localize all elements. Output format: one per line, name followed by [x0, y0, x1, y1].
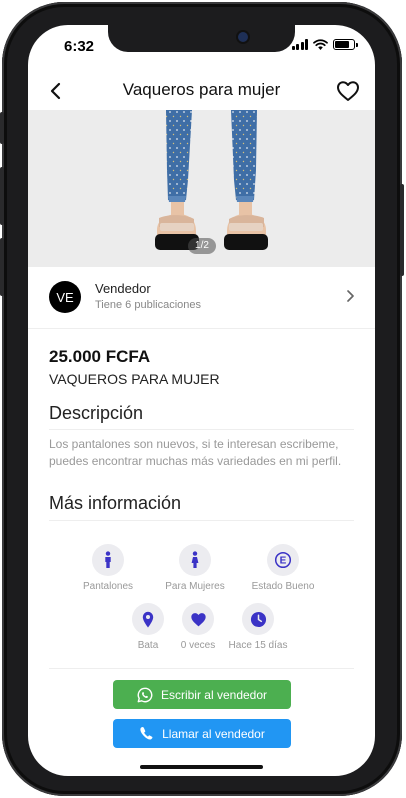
call-seller-button[interactable]: Llamar al vendedor [113, 719, 291, 748]
heart-icon [182, 603, 214, 635]
power-button [400, 184, 404, 276]
product-price: 25.000 FCFA [49, 347, 151, 366]
woman-icon [179, 544, 211, 576]
info-item-gender: Para Mujeres [150, 544, 240, 592]
whatsapp-seller-label: Escribir al vendedor [160, 687, 268, 702]
screen: 6:32 Vaqueros para mujer 1/2 VE Vendedor… [28, 25, 375, 776]
call-seller-label: Llamar al vendedor [162, 726, 265, 741]
more-info-heading: Más información [49, 493, 182, 513]
divider [49, 429, 354, 430]
mute-switch [0, 112, 4, 144]
info-item-condition: E Estado Bueno [238, 544, 328, 592]
status-icons [291, 39, 358, 50]
seller-avatar: VE [49, 281, 81, 313]
wifi-icon [313, 39, 328, 50]
whatsapp-icon [137, 687, 153, 702]
product-image-carousel[interactable]: 1/2 [28, 110, 375, 267]
phone-icon [140, 726, 153, 740]
battery-icon [333, 39, 358, 50]
description-heading: Descripción [49, 403, 144, 423]
svg-text:E: E [280, 556, 287, 567]
volume-up-button [0, 167, 4, 225]
info-item-posted: Hace 15 días [213, 603, 303, 651]
favorite-button[interactable] [333, 76, 363, 106]
signal-icon [291, 39, 308, 50]
header: Vaqueros para mujer [28, 73, 375, 109]
product-title: VAQUEROS PARA MUJER [49, 371, 220, 387]
phone-frame: 6:32 Vaqueros para mujer 1/2 VE Vendedor… [0, 2, 404, 796]
divider [49, 520, 354, 521]
divider [49, 668, 354, 669]
home-indicator [140, 765, 263, 769]
seller-row[interactable]: VE Vendedor Tiene 6 publicaciones [28, 267, 375, 329]
image-pager-indicator: 1/2 [188, 238, 216, 254]
chevron-left-icon [50, 82, 61, 100]
volume-down-button [0, 238, 4, 296]
seller-name: Vendedor [95, 281, 151, 296]
person-icon [92, 544, 124, 576]
notch [108, 25, 295, 52]
whatsapp-seller-button[interactable]: Escribir al vendedor [113, 680, 291, 709]
status-time: 6:32 [64, 38, 95, 55]
battery-fill [335, 41, 350, 48]
chevron-right-icon [347, 290, 354, 302]
info-item-category: Pantalones [63, 544, 153, 592]
heart-outline-icon [337, 81, 359, 101]
seller-listing-count: Tiene 6 publicaciones [95, 299, 201, 311]
euro-circle-icon: E [267, 544, 299, 576]
camera-icon [238, 32, 248, 42]
back-button[interactable] [40, 76, 70, 106]
page-title: Vaqueros para mujer [122, 80, 281, 99]
clock-icon [242, 603, 274, 635]
description-text: Los pantalones son nuevos, si te interes… [49, 437, 342, 468]
